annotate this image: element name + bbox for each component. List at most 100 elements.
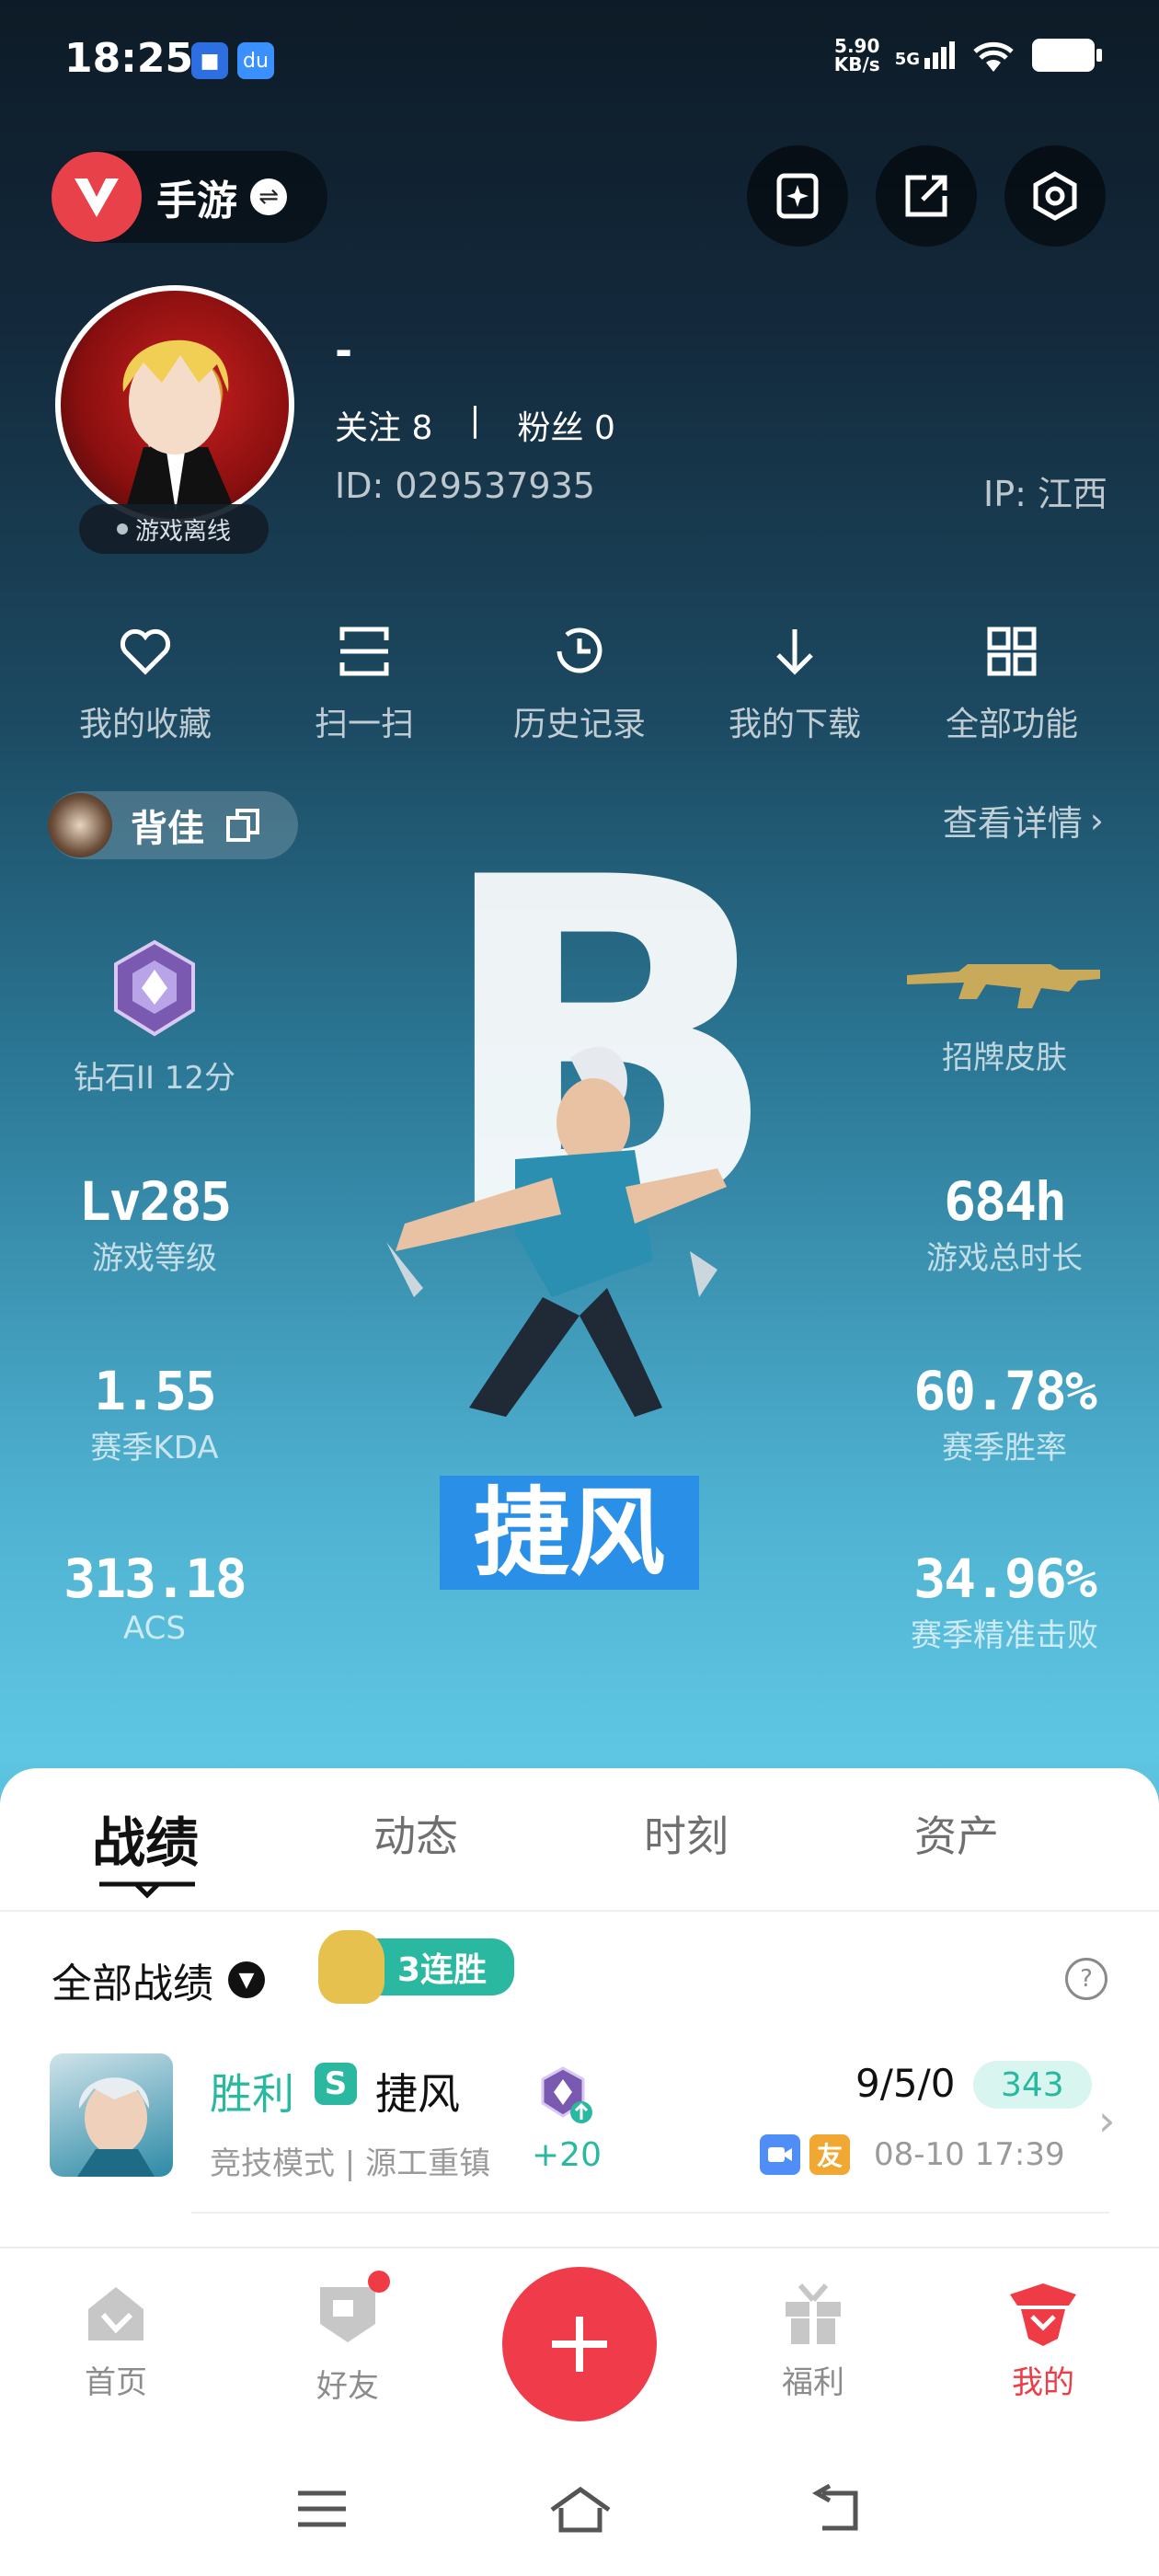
system-back-icon[interactable] (809, 2484, 865, 2536)
online-status-badge: 游戏离线 (79, 504, 269, 554)
match-kda: 9/5/0 (855, 2061, 956, 2106)
settings-button[interactable] (1004, 145, 1106, 247)
quick-nav-history[interactable]: 历史记录 (488, 622, 671, 745)
gift-icon (786, 2283, 841, 2344)
history-icon (557, 627, 602, 673)
app-logo-icon (52, 152, 142, 242)
tab-assets[interactable]: 资产 (914, 1803, 999, 1864)
scan-icon (339, 627, 389, 676)
status-right: 5.90 KB/s 5G (833, 35, 1102, 75)
nav-label: 福利 (782, 2364, 844, 2401)
app-notification-icon: ■ (191, 42, 228, 79)
quick-nav-label: 全部功能 (945, 706, 1078, 743)
diamond-rank-icon (114, 939, 195, 1037)
follow-count[interactable]: 关注 8 (335, 401, 432, 449)
records-filter[interactable]: 全部战绩 ▼ (52, 1950, 265, 2009)
ai-card-button[interactable] (747, 145, 848, 247)
net-speed-value: 5.90 (834, 35, 880, 57)
view-details-link[interactable]: 查看详情 › (943, 795, 1104, 845)
agent-name: 捷风 (473, 1477, 665, 1589)
video-icon[interactable] (760, 2134, 800, 2175)
streak-label: 3连胜 (370, 1938, 515, 1995)
fans-count[interactable]: 粉丝 0 (518, 401, 615, 449)
game-mode-label: 手游 (156, 178, 237, 224)
nav-home[interactable]: 首页 (6, 2278, 226, 2402)
friend-tag: 友 (809, 2134, 850, 2175)
stat-headshot: 34.96% 赛季精准击败 (894, 1547, 1115, 1655)
quick-nav-label: 扫一扫 (314, 706, 414, 743)
skin-block[interactable]: 招牌皮肤 (894, 948, 1115, 1077)
quick-nav-downloads[interactable]: 我的下载 (703, 622, 887, 745)
quick-nav-all-functions[interactable]: 全部功能 (920, 622, 1104, 745)
stat-value: Lv285 (78, 1170, 233, 1233)
chevron-down-icon: ▼ (228, 1961, 265, 1998)
screen-root: 18:25 ■ du 5.90 KB/s 5G 手游 ⇌ 游戏离线 - 关注 8… (0, 0, 1159, 2576)
nav-profile[interactable]: 我的 (933, 2278, 1153, 2402)
quick-nav-favorites[interactable]: 我的收藏 (53, 622, 237, 745)
profile-name: - (335, 326, 353, 375)
stat-value: 60.78% (913, 1360, 1097, 1422)
stat-label: 赛季精准击败 (911, 1617, 1098, 1654)
win-streak-badge: 3连胜 (318, 1930, 515, 2004)
game-account-pill[interactable]: 背佳 (48, 791, 298, 859)
quick-nav-scan[interactable]: 扫一扫 (272, 622, 456, 745)
chevron-right-icon: › (1098, 2096, 1116, 2145)
nav-welfare[interactable]: 福利 (703, 2278, 924, 2402)
game-player-name: 背佳 (131, 808, 204, 850)
tab-moments[interactable]: 时刻 (644, 1803, 729, 1864)
stat-value: 684h (944, 1170, 1067, 1233)
battery-icon (1032, 39, 1102, 72)
stat-label: ACS (123, 1610, 186, 1647)
share-button[interactable] (876, 145, 977, 247)
tab-records[interactable]: 战绩 (92, 1800, 199, 1877)
avatar-image (122, 339, 235, 512)
quick-nav-label: 我的下载 (728, 706, 861, 743)
stat-playtime: 684h 游戏总时长 (894, 1170, 1115, 1278)
stat-kda: 1.55 赛季KDA (44, 1360, 265, 1467)
share-icon (905, 175, 947, 217)
wifi-icon (973, 41, 1014, 72)
help-icon[interactable]: ? (1065, 1958, 1107, 2000)
du-notification-icon: du (237, 42, 274, 79)
status-notification-icons: ■ du (191, 42, 274, 79)
ip-location: IP: 江西 (982, 474, 1107, 514)
agent-name-badge: 捷风 (440, 1476, 699, 1590)
nav-friends[interactable]: 好友 (237, 2271, 458, 2406)
profile-icon (1010, 2283, 1076, 2346)
create-post-button[interactable] (502, 2267, 657, 2421)
grid-icon (987, 627, 1037, 676)
sparkle-card-icon (776, 173, 819, 219)
stat-winrate: 60.78% 赛季胜率 (894, 1360, 1115, 1467)
follow-separator: | (469, 401, 481, 439)
nav-label: 我的 (1012, 2364, 1074, 2401)
copy-icon[interactable] (224, 807, 261, 844)
home-icon (88, 2287, 143, 2340)
weapon-skin-icon (907, 964, 1100, 1008)
switch-icon: ⇌ (250, 178, 287, 215)
rank-change-value: +20 (532, 2136, 602, 2174)
stat-label: 赛季胜率 (942, 1430, 1067, 1466)
stat-label: 游戏等级 (92, 1240, 217, 1277)
rank-label: 钻石II 12分 (73, 1060, 236, 1097)
stat-level: Lv285 游戏等级 (44, 1170, 265, 1278)
tab-active-indicator (99, 1881, 195, 1899)
stat-label: 游戏总时长 (926, 1240, 1083, 1277)
download-icon (776, 629, 813, 675)
stat-label: 赛季KDA (90, 1430, 219, 1466)
net-speed-unit: KB/s (833, 53, 880, 75)
status-dot-icon (116, 523, 128, 535)
online-status-text: 游戏离线 (134, 517, 231, 546)
match-row[interactable]: 胜利 S 捷风 竞技模式 | 源工重镇 +20 9/5/0 343 友 08-1… (50, 2053, 1117, 2201)
stat-value: 34.96% (913, 1547, 1097, 1610)
tab-divider (0, 1910, 1159, 1912)
nav-label: 首页 (85, 2364, 147, 2401)
game-mode-switch[interactable]: 手游 ⇌ (52, 151, 327, 243)
avatar[interactable] (55, 285, 294, 524)
rank-block[interactable]: 钻石II 12分 (44, 938, 265, 1098)
system-menu-icon[interactable] (294, 2486, 350, 2532)
records-filter-label: 全部战绩 (52, 1961, 213, 2007)
notification-dot (368, 2271, 390, 2293)
nav-label: 好友 (316, 2368, 379, 2405)
system-home-icon[interactable] (548, 2484, 613, 2536)
tab-dynamics[interactable]: 动态 (373, 1803, 458, 1864)
